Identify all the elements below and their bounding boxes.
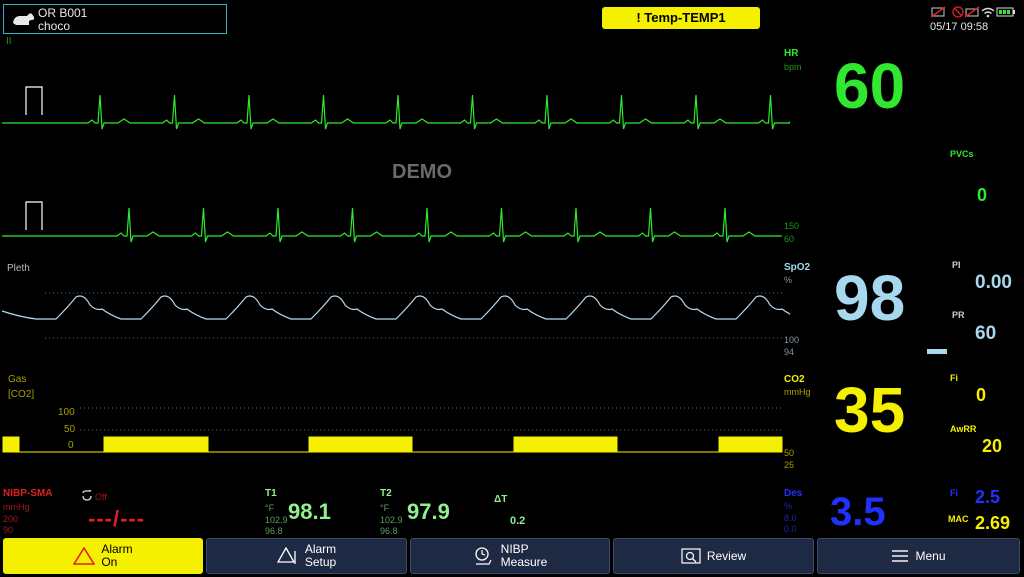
t1-label: T1 xyxy=(265,488,277,499)
nibp-lower-limit: 90 xyxy=(3,525,14,535)
awrr-label: AwRR xyxy=(950,424,977,434)
pvcs-label: PVCs xyxy=(950,149,974,159)
nibp-upper-limit: 200 xyxy=(3,514,19,524)
dog-icon xyxy=(13,13,35,25)
cycle-icon xyxy=(82,490,92,501)
alarm-setup-label-2: Setup xyxy=(304,555,337,569)
des-unit: % xyxy=(784,501,793,511)
spo2-unit: % xyxy=(784,275,793,285)
alarm-on-label-2: On xyxy=(101,555,118,569)
t2-label: T2 xyxy=(380,488,392,499)
co2-upper-limit: 50 xyxy=(784,448,795,458)
alarm-banner[interactable]: ! Temp-TEMP1 xyxy=(602,7,760,29)
t1-unit: °F xyxy=(265,503,275,513)
nibp-label: NIBP-SMA xyxy=(3,488,53,499)
nibp-measure-button[interactable]: NIBP Measure xyxy=(410,538,610,574)
pi-label: PI xyxy=(952,260,961,270)
spo2-lower-limit: 94 xyxy=(784,347,795,357)
pleth-waveform xyxy=(1,292,790,339)
pi-value: 0.00 xyxy=(975,272,1012,293)
pleth-label: Pleth xyxy=(7,263,30,274)
gas-label: Gas xyxy=(8,374,27,385)
pr-value: 60 xyxy=(975,323,997,344)
wifi-icon xyxy=(981,7,995,18)
menu-label: Menu xyxy=(915,548,946,563)
alarm-setup-button[interactable]: Alarm Setup xyxy=(206,538,407,574)
alarm-triangle-icon xyxy=(73,547,96,565)
mac-value: 2.69 xyxy=(975,513,1011,533)
co2-lower-limit: 25 xyxy=(784,460,795,470)
t2-value[interactable]: 97.9 xyxy=(407,501,450,523)
des-fi-value: 2.5 xyxy=(975,487,1001,507)
t2-upper-limit: 102.9 xyxy=(380,515,403,525)
hr-value[interactable]: 60 xyxy=(834,54,905,118)
des-label: Des xyxy=(784,488,803,499)
hr-label: HR xyxy=(784,48,799,59)
t2-lower-limit: 96.8 xyxy=(380,526,398,536)
delta-t-label: ΔT xyxy=(494,494,508,505)
nibp-unit: mmHg xyxy=(3,502,30,512)
spo2-value[interactable]: 98 xyxy=(834,266,905,330)
des-value[interactable]: 3.5 xyxy=(830,492,886,532)
perfusion-bar xyxy=(927,349,947,354)
hr-lower-limit: 60 xyxy=(784,234,795,244)
ecg-waveform xyxy=(2,86,790,243)
patient-name: choco xyxy=(38,19,71,33)
des-lower-limit: 0.0 xyxy=(784,524,797,534)
nibp-measure-label-2: Measure xyxy=(500,555,548,569)
des-fi-label: Fi xyxy=(950,488,958,498)
t1-lower-limit: 96.8 xyxy=(265,526,283,536)
demo-watermark: DEMO xyxy=(392,161,452,183)
review-icon xyxy=(681,548,701,564)
t2-unit: °F xyxy=(380,503,390,513)
pvcs-value: 0 xyxy=(977,185,988,205)
des-upper-limit: 8.0 xyxy=(784,513,797,523)
gas-sub-label: [CO2] xyxy=(8,389,35,400)
t1-value[interactable]: 98.1 xyxy=(288,501,331,523)
co2-unit: mmHg xyxy=(784,387,811,397)
review-button[interactable]: Review xyxy=(613,538,814,574)
mac-label: MAC xyxy=(948,514,969,524)
hr-upper-limit: 150 xyxy=(784,221,800,231)
delta-t-value: 0.2 xyxy=(510,515,526,527)
co2-label: CO2 xyxy=(784,374,805,385)
awrr-value: 20 xyxy=(982,436,1003,456)
alarm-on-button[interactable]: Alarm On xyxy=(3,538,203,574)
co2-fi-value: 0 xyxy=(976,385,987,405)
network-off-icon xyxy=(930,6,946,18)
nibp-cuff-icon xyxy=(475,547,492,565)
spo2-upper-limit: 100 xyxy=(784,335,800,345)
pr-label: PR xyxy=(952,310,965,320)
patient-info-box[interactable]: OR B001 choco xyxy=(3,4,227,34)
review-label: Review xyxy=(706,548,747,563)
printer-off-icon xyxy=(964,6,980,18)
nibp-value[interactable]: ---/--- xyxy=(88,508,145,530)
hamburger-menu-icon xyxy=(892,550,909,562)
alarm-setup-icon xyxy=(276,547,296,564)
co2-waveform xyxy=(2,407,783,453)
datetime: 05/17 09:58 xyxy=(930,21,989,33)
menu-button[interactable]: Menu xyxy=(817,538,1020,574)
hr-unit: bpm xyxy=(784,62,802,72)
co2-value[interactable]: 35 xyxy=(834,378,905,442)
battery-icon xyxy=(996,7,1015,17)
spo2-label: SpO2 xyxy=(784,262,811,273)
nibp-mode: Off xyxy=(95,492,107,502)
co2-fi-label: Fi xyxy=(950,373,958,383)
t1-upper-limit: 102.9 xyxy=(265,515,288,525)
